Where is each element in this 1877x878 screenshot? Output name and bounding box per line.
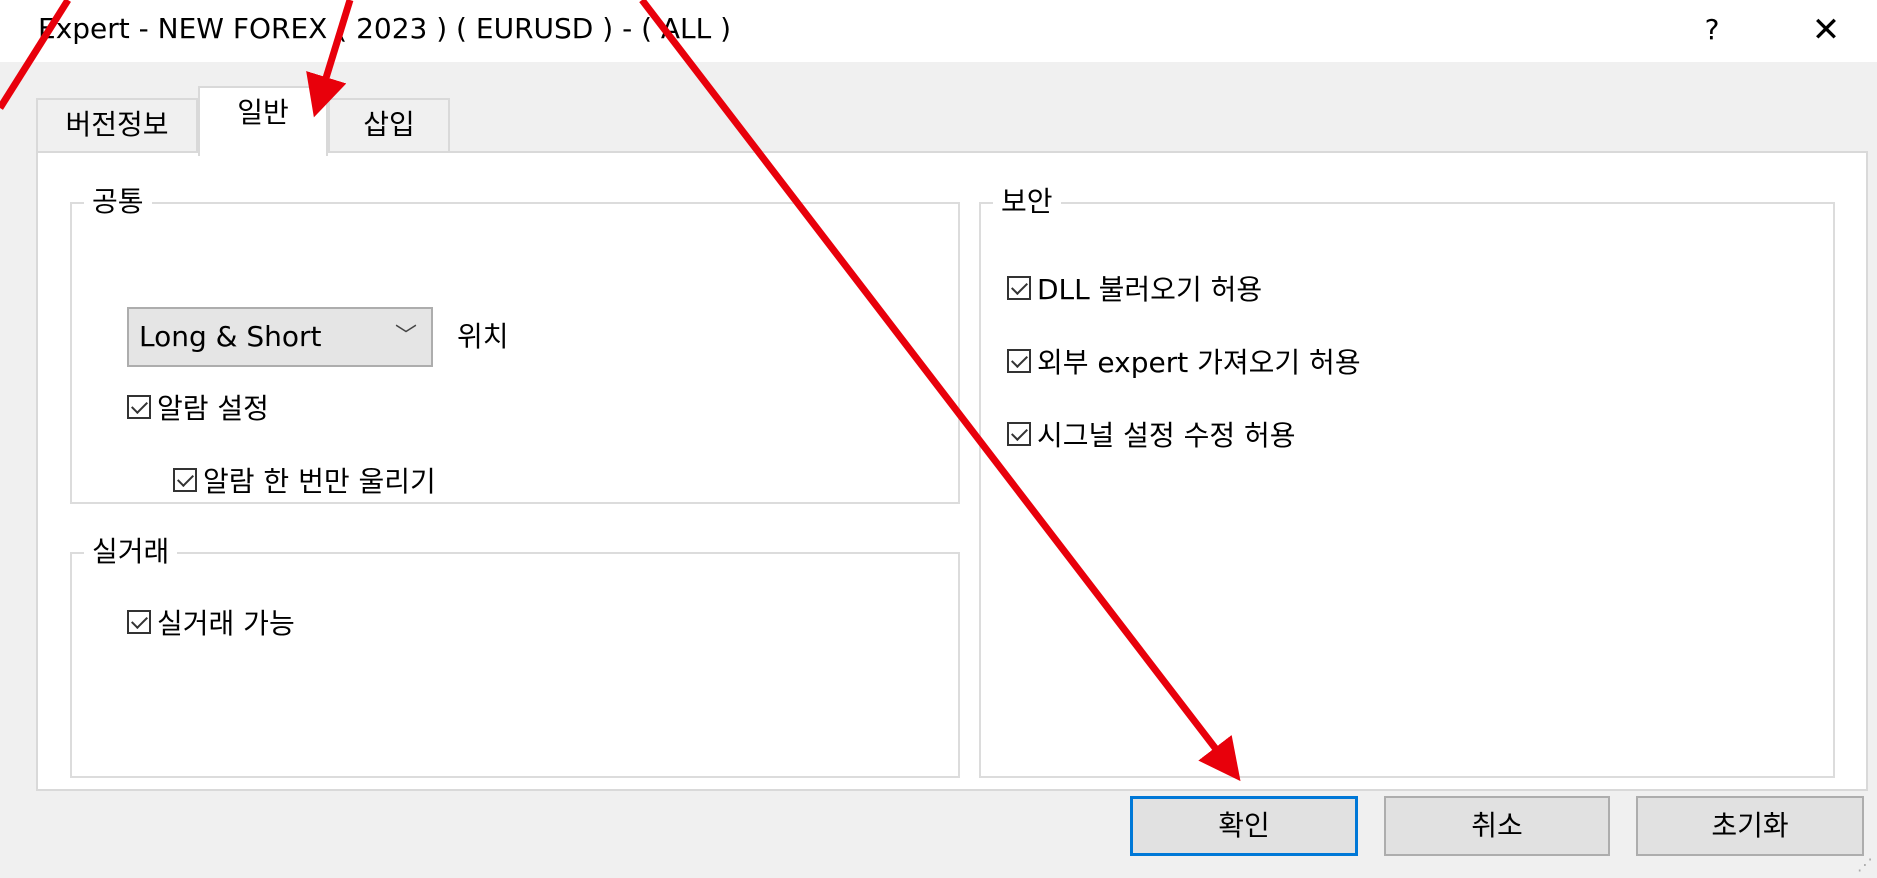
checkbox-checked-icon <box>127 395 151 419</box>
allow-signal-edit-checkbox[interactable]: 시그널 설정 수정 허용 <box>1007 414 1296 454</box>
window-title: Expert - NEW FOREX ( 2023 ) ( EURUSD ) -… <box>38 12 732 45</box>
alarm-once-checkbox[interactable]: 알람 한 번만 울리기 <box>173 460 436 500</box>
help-button[interactable]: ? <box>1690 8 1734 52</box>
position-select[interactable]: Long & Short ﹀ <box>127 307 433 367</box>
checkbox-checked-icon <box>1007 276 1031 300</box>
tab-version-info[interactable]: 버전정보 <box>36 98 198 152</box>
allow-dll-checkbox[interactable]: DLL 불러오기 허용 <box>1007 268 1262 308</box>
alarm-once-label: 알람 한 번만 울리기 <box>203 465 436 498</box>
tab-insert[interactable]: 삽입 <box>328 98 450 152</box>
security-group: 보안 DLL 불러오기 허용 외부 expert 가져오기 허용 시그널 설정 … <box>979 182 1835 778</box>
title-bar: Expert - NEW FOREX ( 2023 ) ( EURUSD ) -… <box>0 0 1877 62</box>
common-group-label: 공통 <box>84 182 152 222</box>
close-button[interactable]: ✕ <box>1800 8 1852 52</box>
live-trading-enable-checkbox[interactable]: 실거래 가능 <box>127 602 295 642</box>
common-group: 공통 Long & Short ﹀ 위치 알람 설정 알람 한 번만 울리기 <box>70 182 960 504</box>
reset-button[interactable]: 초기화 <box>1636 796 1864 856</box>
alarm-setting-label: 알람 설정 <box>157 392 269 425</box>
position-select-value: Long & Short <box>139 320 322 353</box>
ok-button[interactable]: 확인 <box>1130 796 1358 856</box>
live-trading-group-label: 실거래 <box>84 532 178 572</box>
live-trading-group: 실거래 실거래 가능 <box>70 532 960 778</box>
checkbox-checked-icon <box>1007 422 1031 446</box>
security-group-label: 보안 <box>993 182 1061 222</box>
checkbox-checked-icon <box>1007 349 1031 373</box>
cancel-button[interactable]: 취소 <box>1384 796 1610 856</box>
live-trading-enable-label: 실거래 가능 <box>157 607 295 640</box>
position-label: 위치 <box>457 320 509 353</box>
checkbox-checked-icon <box>173 468 197 492</box>
allow-signal-edit-label: 시그널 설정 수정 허용 <box>1037 419 1296 452</box>
checkbox-checked-icon <box>127 610 151 634</box>
chevron-down-icon: ﹀ <box>394 324 417 349</box>
allow-external-expert-checkbox[interactable]: 외부 expert 가져오기 허용 <box>1007 341 1361 381</box>
close-icon: ✕ <box>1811 10 1841 50</box>
tab-panel-general: 공통 Long & Short ﹀ 위치 알람 설정 알람 한 번만 울리기 실… <box>36 151 1868 791</box>
allow-dll-label: DLL 불러오기 허용 <box>1037 273 1263 306</box>
resize-grip-icon[interactable]: ⋰ <box>1857 855 1873 874</box>
allow-external-expert-label: 외부 expert 가져오기 허용 <box>1037 346 1361 379</box>
alarm-setting-checkbox[interactable]: 알람 설정 <box>127 387 269 427</box>
tab-general[interactable]: 일반 <box>198 86 328 156</box>
